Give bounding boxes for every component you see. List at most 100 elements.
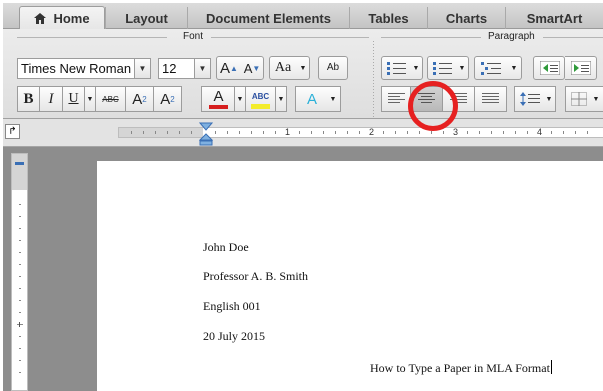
numbering-button[interactable]: ▼ (427, 56, 469, 80)
tab-tables[interactable]: Tables (349, 7, 427, 29)
word-window: Home Layout Document Elements Tables Cha… (3, 3, 603, 391)
horizontal-ruler[interactable]: ↱ 1 2 3 4 (3, 119, 603, 147)
ruler-tick (275, 131, 276, 134)
justify-button[interactable] (475, 86, 507, 112)
italic-label: I (48, 90, 54, 107)
font-group-rule-right (211, 37, 369, 38)
decrease-indent-button[interactable] (533, 56, 565, 80)
shrink-arrow-icon: ▼ (252, 63, 261, 73)
superscript-button[interactable]: A2 (126, 86, 154, 112)
grow-font-label: A (220, 59, 231, 77)
text-effects-label: A (306, 90, 317, 108)
font-name-dropdown[interactable]: ▼ (135, 58, 151, 79)
strikethrough-button[interactable]: ABC (96, 86, 126, 112)
ruler-tick (503, 131, 504, 134)
group-separator (373, 41, 374, 117)
bold-button[interactable]: B (17, 86, 40, 112)
borders-icon (571, 92, 587, 106)
ruler-track: 1 2 3 4 (118, 127, 603, 138)
ruler-tick (155, 131, 156, 134)
ribbon-tab-bar: Home Layout Document Elements Tables Cha… (3, 3, 603, 30)
font-size-field[interactable]: 12 (158, 58, 195, 79)
doc-line-author[interactable]: John Doe (203, 240, 249, 255)
document-page[interactable]: John Doe Professor A. B. Smith English 0… (97, 161, 603, 391)
font-color-label: A (213, 88, 224, 105)
multilevel-list-icon (481, 62, 501, 75)
change-case-label: Aa (274, 60, 292, 75)
tab-layout-label: Layout (125, 10, 168, 26)
tab-stop-selector[interactable]: ↱ (5, 124, 20, 139)
font-color-button[interactable]: A (201, 86, 235, 112)
tab-smartart-label: SmartArt (526, 10, 583, 26)
increase-indent-button[interactable] (565, 56, 597, 80)
underline-dropdown[interactable]: ▼ (85, 86, 96, 112)
font-color-dropdown-icon: ▼ (236, 95, 244, 103)
grow-font-button[interactable]: A ▲ (218, 57, 240, 79)
tab-home-label: Home (53, 11, 90, 26)
paragraph-group-rule-right (543, 37, 603, 38)
shrink-font-label: A (243, 60, 253, 76)
line-spacing-icon (520, 92, 540, 106)
superscript-label: A2 (126, 87, 153, 111)
shrink-font-button[interactable]: A ▼ (241, 57, 263, 79)
text-effects-button[interactable]: A ▼ (295, 86, 341, 112)
ruler-tick (431, 131, 432, 134)
bullets-button[interactable]: ▼ (381, 56, 423, 80)
doc-line-professor[interactable]: Professor A. B. Smith (203, 269, 308, 284)
tab-document-elements[interactable]: Document Elements (187, 7, 349, 29)
subscript-mark: 2 (170, 94, 175, 104)
align-left-button[interactable] (381, 86, 411, 112)
bullets-icon (387, 62, 406, 75)
tab-layout[interactable]: Layout (105, 7, 187, 29)
ruler-tick (515, 131, 516, 134)
highlight-circle (408, 81, 458, 131)
font-size-dropdown[interactable]: ▼ (195, 58, 211, 79)
multilevel-dropdown-icon: ▼ (510, 64, 518, 72)
ruler-tick (491, 131, 492, 134)
highlight-button[interactable]: ABC (246, 86, 276, 112)
line-spacing-button[interactable]: ▼ (514, 86, 556, 112)
doc-line-course[interactable]: English 001 (203, 299, 261, 314)
tab-document-elements-label: Document Elements (206, 10, 331, 26)
underline-dropdown-icon: ▼ (86, 95, 94, 103)
ruler-tick (299, 131, 300, 134)
vertical-ruler-ticks (17, 204, 23, 373)
decrease-indent-icon (540, 61, 560, 75)
italic-button[interactable]: I (40, 86, 63, 112)
ruler-tick (215, 131, 216, 134)
ruler-tick (239, 131, 240, 134)
ruler-tick (479, 131, 480, 134)
align-left-icon (388, 93, 405, 103)
subscript-label: A2 (154, 87, 181, 111)
ruler-tick (251, 131, 252, 134)
ruler-tick (323, 131, 324, 134)
multilevel-list-button[interactable]: ▼ (474, 56, 522, 80)
text-effects-dropdown-icon: ▼ (329, 95, 337, 103)
ruler-number: 4 (537, 127, 543, 137)
ruler-tick (419, 131, 420, 134)
tab-smartart[interactable]: SmartArt (505, 7, 603, 29)
strikethrough-label: ABC (102, 94, 119, 104)
change-case-dropdown-icon: ▼ (299, 64, 307, 72)
font-name-field[interactable]: Times New Roman (17, 58, 135, 79)
tab-charts[interactable]: Charts (427, 7, 505, 29)
ruler-tick (227, 131, 228, 134)
doc-line-title[interactable]: How to Type a Paper in MLA Format (370, 360, 552, 376)
ribbon-home: Font Paragraph Times New Roman ▼ 12 ▼ A ▲… (3, 29, 603, 119)
vertical-ruler[interactable] (11, 153, 28, 391)
home-icon (34, 13, 47, 24)
ruler-tick (467, 131, 468, 134)
ruler-tick (587, 131, 588, 134)
underline-button[interactable]: U (63, 86, 85, 112)
paragraph-group-rule-left (381, 37, 481, 38)
superscript-letter: A (132, 90, 143, 108)
numbering-dropdown-icon: ▼ (458, 64, 466, 72)
borders-button[interactable]: ▼ (565, 86, 603, 112)
ruler-tick (395, 131, 396, 134)
indent-marker-icon[interactable] (199, 122, 213, 146)
subscript-button[interactable]: A2 (154, 86, 182, 112)
font-color-dropdown[interactable]: ▼ (235, 86, 246, 112)
highlight-dropdown[interactable]: ▼ (276, 86, 287, 112)
tab-home[interactable]: Home (19, 6, 105, 30)
doc-line-date[interactable]: 20 July 2015 (203, 329, 265, 344)
